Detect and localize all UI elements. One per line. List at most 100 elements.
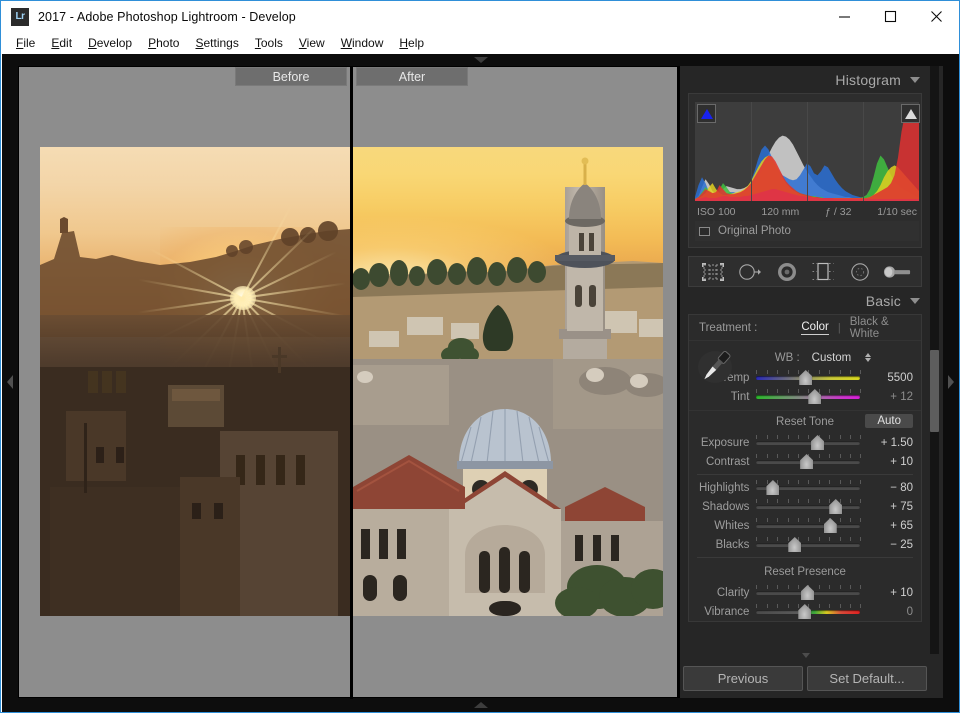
slider-value-blacks[interactable]: − 25 <box>859 539 913 551</box>
checkbox-icon[interactable] <box>699 226 710 236</box>
after-photo[interactable] <box>353 147 663 616</box>
menu-settings[interactable]: Settings <box>187 35 246 51</box>
treatment-row: Treatment : Color | Black & White <box>689 315 921 341</box>
histogram-header[interactable]: Histogram <box>680 66 930 93</box>
wb-value[interactable]: Custom <box>812 352 852 364</box>
slider-track[interactable] <box>756 524 861 528</box>
chevron-down-icon[interactable] <box>802 653 810 658</box>
reset-tone-button[interactable]: Reset Tone <box>776 416 834 428</box>
slider-value-contrast[interactable]: + 10 <box>859 456 913 468</box>
slider-blacks[interactable] <box>756 535 862 554</box>
lightroom-logo-icon: Lr <box>11 7 29 26</box>
reset-presence-button[interactable]: Reset Presence <box>764 566 846 578</box>
filmstrip-panel-toggle[interactable] <box>2 698 959 712</box>
slider-value-vibrance[interactable]: 0 <box>859 606 913 618</box>
close-icon[interactable] <box>913 1 959 32</box>
menu-develop[interactable]: Develop <box>80 35 140 51</box>
slider-tint[interactable] <box>756 387 862 406</box>
right-panel-footer: Previous Set Default... <box>680 653 930 698</box>
treatment-option-color[interactable]: Color <box>801 321 829 335</box>
white-balance-selector-eyedropper-icon[interactable] <box>697 345 733 387</box>
slider-value-tint[interactable]: + 12 <box>859 391 913 403</box>
graduated-filter-tool[interactable] <box>809 261 837 283</box>
exif-shutter-speed: 1/10 sec <box>877 206 917 218</box>
set-default-button[interactable]: Set Default... <box>807 665 927 691</box>
shadow-clipping-indicator[interactable] <box>697 104 716 123</box>
before-photo[interactable] <box>40 147 350 616</box>
original-photo-label: Original Photo <box>718 225 791 237</box>
basic-title: Basic <box>865 292 901 309</box>
develop-tool-strip <box>688 256 922 287</box>
chevron-down-icon[interactable] <box>910 297 920 304</box>
menu-window[interactable]: Window <box>333 35 392 51</box>
slider-contrast[interactable] <box>756 452 862 471</box>
auto-tone-button[interactable]: Auto <box>865 414 913 428</box>
slider-label-exposure: Exposure <box>700 436 750 449</box>
slider-exposure[interactable] <box>756 433 862 452</box>
slider-track[interactable] <box>756 505 861 509</box>
menu-view[interactable]: View <box>291 35 333 51</box>
basic-panel-header[interactable]: Basic <box>680 287 930 314</box>
slider-track[interactable] <box>756 543 861 547</box>
crop-overlay-tool[interactable] <box>699 261 727 283</box>
slider-shadows[interactable] <box>756 497 862 516</box>
right-panel-toggle[interactable] <box>943 66 959 698</box>
slider-temp[interactable] <box>756 368 862 387</box>
presence-section-header: Reset Presence <box>689 561 921 583</box>
basic-panel: Treatment : Color | Black & White WB: C… <box>688 314 922 622</box>
slider-ticks <box>756 389 862 394</box>
stepper-icon[interactable] <box>865 353 872 362</box>
slider-row-shadows: Shadows + 75 <box>689 497 921 516</box>
slider-label-contrast: Contrast <box>705 455 750 468</box>
slider-whites[interactable] <box>756 516 862 535</box>
red-eye-correction-tool[interactable] <box>773 261 801 283</box>
tone-slider-group-a: Exposure + 1.50 Contrast + 10 <box>689 433 921 471</box>
slider-value-whites[interactable]: + 65 <box>859 520 913 532</box>
menu-edit[interactable]: Edit <box>43 35 80 51</box>
slider-track[interactable] <box>756 441 861 445</box>
exif-iso: ISO 100 <box>697 206 736 218</box>
slider-label-clarity: Clarity <box>716 586 750 599</box>
slider-label-tint: Tint <box>730 390 750 403</box>
highlight-clipping-indicator[interactable] <box>901 104 920 123</box>
slider-clarity[interactable] <box>756 583 862 602</box>
divider <box>697 557 913 558</box>
original-photo-row[interactable]: Original Photo <box>695 221 919 241</box>
menu-photo[interactable]: Photo <box>140 35 187 51</box>
slider-ticks <box>756 518 862 523</box>
adjustment-brush-tool[interactable] <box>883 261 911 283</box>
previous-button[interactable]: Previous <box>683 665 803 691</box>
menu-help[interactable]: Help <box>391 35 432 51</box>
menu-file[interactable]: File <box>8 35 43 51</box>
chevron-down-icon[interactable] <box>910 76 920 83</box>
slider-row-blacks: Blacks − 25 <box>689 535 921 554</box>
minimize-icon[interactable] <box>821 1 867 32</box>
slider-row-tint: Tint + 12 <box>689 387 921 406</box>
spot-removal-tool[interactable] <box>736 261 764 283</box>
image-stage[interactable]: Before After <box>18 66 678 699</box>
left-panel-toggle[interactable] <box>2 66 18 698</box>
slider-row-contrast: Contrast + 10 <box>689 452 921 471</box>
slider-value-clarity[interactable]: + 10 <box>859 587 913 599</box>
slider-value-highlights[interactable]: − 80 <box>859 482 913 494</box>
slider-value-shadows[interactable]: + 75 <box>859 501 913 513</box>
treatment-option-black-and-white[interactable]: Black & White <box>850 316 911 340</box>
title-bar: Lr 2017 - Adobe Photoshop Lightroom - De… <box>1 1 959 32</box>
top-panel-toggle[interactable] <box>2 54 959 66</box>
slider-value-temp[interactable]: 5500 <box>859 372 913 384</box>
window-title: 2017 - Adobe Photoshop Lightroom - Devel… <box>38 9 296 24</box>
slider-vibrance[interactable] <box>756 602 862 621</box>
before-label: Before <box>235 67 347 86</box>
right-panel-scrollbar[interactable] <box>930 66 939 654</box>
radial-filter-tool[interactable] <box>846 261 874 283</box>
menu-tools[interactable]: Tools <box>247 35 291 51</box>
slider-value-exposure[interactable]: + 1.50 <box>859 437 913 449</box>
slider-highlights[interactable] <box>756 478 862 497</box>
slider-row-highlights: Highlights − 80 <box>689 478 921 497</box>
maximize-icon[interactable] <box>867 1 913 32</box>
scrollbar-thumb[interactable] <box>930 350 939 432</box>
tone-section-header: Reset Tone Auto <box>689 411 921 433</box>
before-after-labels: Before After <box>19 67 677 88</box>
histogram-canvas[interactable] <box>695 102 919 201</box>
chevron-down-icon <box>473 57 488 63</box>
